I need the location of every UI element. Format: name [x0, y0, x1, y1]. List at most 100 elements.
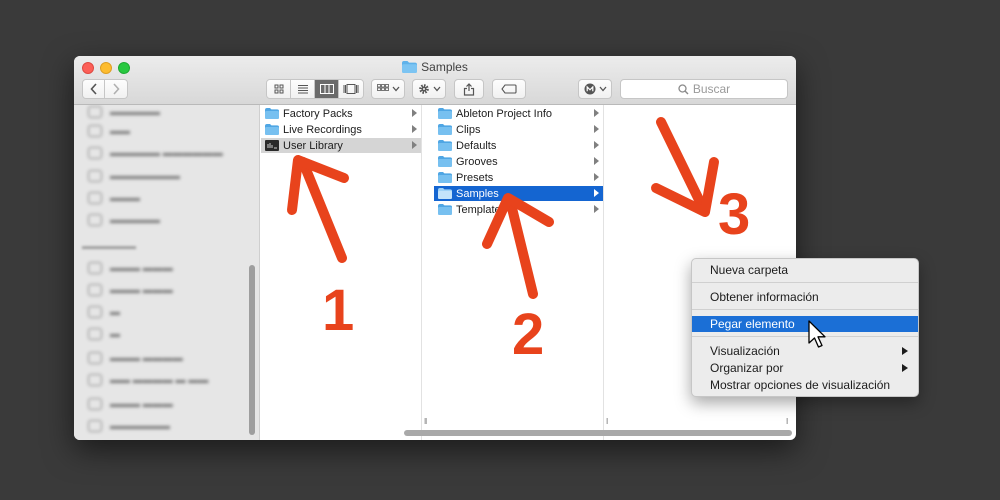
horizontal-scrollbar[interactable]	[404, 430, 792, 436]
search-input[interactable]: Buscar	[620, 79, 788, 99]
list-item[interactable]: User Library	[261, 138, 421, 153]
folder-icon	[438, 140, 452, 151]
list-view-button[interactable]	[291, 80, 315, 98]
list-item[interactable]: Ableton Project Info	[434, 106, 603, 121]
mouse-pointer-icon	[808, 320, 826, 348]
group-button[interactable]	[371, 79, 405, 99]
annotation-step-2: 2	[512, 302, 545, 367]
item-label: Ableton Project Info	[456, 107, 553, 120]
chevron-down-icon	[392, 86, 399, 92]
folder-icon	[438, 188, 452, 199]
folder-icon	[265, 108, 279, 119]
list-item[interactable]: Factory Packs	[261, 106, 421, 121]
search-placeholder: Buscar	[692, 82, 731, 96]
menu-item-mostrar-opciones[interactable]: Mostrar opciones de visualización	[692, 377, 918, 393]
menu-separator	[692, 309, 918, 310]
column-resize-handle[interactable]: ll	[424, 417, 426, 426]
column-view-icon	[319, 84, 334, 94]
menu-item-organizar-por[interactable]: Organizar por	[692, 360, 918, 376]
tag-button[interactable]	[492, 79, 526, 99]
folder-icon	[265, 124, 279, 135]
sidebar-item[interactable]: ▬▬▬ ▬▬▬▬	[88, 351, 183, 365]
back-forward-control	[82, 79, 128, 99]
disclosure-arrow-icon	[594, 157, 599, 165]
disclosure-arrow-icon	[412, 109, 417, 117]
sidebar-item[interactable]: ▬▬▬▬▬▬▬	[88, 169, 180, 183]
annotation-step-3: 3	[718, 182, 751, 247]
tag-icon	[501, 84, 517, 94]
context-menu: Nueva carpeta Obtener información Pegar …	[691, 258, 919, 397]
folder-icon	[438, 124, 452, 135]
sidebar-item[interactable]: ▬▬▬▬▬▬	[88, 419, 170, 433]
folder-icon	[438, 204, 452, 215]
item-label: Live Recordings	[283, 123, 362, 136]
item-label: Factory Packs	[283, 107, 353, 120]
disclosure-arrow-icon	[594, 125, 599, 133]
sidebar-item[interactable]: ▬	[88, 305, 120, 319]
disclosure-arrow-icon	[594, 173, 599, 181]
sidebar-item[interactable]: ▬▬▬▬▬	[88, 213, 160, 227]
menu-item-label: Pegar elemento	[710, 317, 795, 331]
back-button[interactable]	[83, 80, 105, 98]
disclosure-arrow-icon	[594, 189, 599, 197]
finder-window: Samples Buscar ▬▬▬▬▬ ▬▬ ▬▬▬▬▬ ▬▬▬▬▬▬ ▬▬▬…	[74, 56, 796, 440]
menu-item-obtener-informacion[interactable]: Obtener información	[692, 289, 918, 305]
list-item[interactable]: Templates	[434, 202, 603, 217]
sidebar-item[interactable]: ▬▬ ▬▬▬▬ ▬ ▬▬	[88, 373, 208, 387]
folder-icon	[402, 61, 418, 73]
item-label: User Library	[283, 139, 343, 152]
icon-view-button[interactable]	[267, 80, 291, 98]
column-view-button[interactable]	[315, 80, 339, 98]
sidebar-item[interactable]: ▬▬▬▬▬ ▬▬▬▬▬▬	[88, 146, 223, 160]
menu-item-visualizacion[interactable]: Visualización	[692, 343, 918, 359]
disclosure-arrow-icon	[412, 141, 417, 149]
item-label: Templates	[456, 203, 507, 216]
title-bar: Samples Buscar	[74, 56, 796, 105]
submenu-arrow-icon	[902, 347, 908, 355]
item-label: Samples	[456, 187, 499, 200]
column-resize-handle[interactable]: ll	[786, 417, 788, 426]
sidebar-item[interactable]: ▬	[88, 327, 120, 341]
chevron-down-icon	[599, 86, 606, 92]
sidebar-item[interactable]: ▬▬▬	[88, 191, 140, 205]
sidebar-item[interactable]: ▬▬▬ ▬▬▬	[88, 397, 173, 411]
gallery-view-button[interactable]	[339, 80, 363, 98]
list-item[interactable]: Grooves	[434, 154, 603, 169]
account-m-icon	[584, 83, 595, 95]
list-item[interactable]: Presets	[434, 170, 603, 185]
sidebar: ▬▬▬▬▬ ▬▬ ▬▬▬▬▬ ▬▬▬▬▬▬ ▬▬▬▬▬▬▬ ▬▬▬ ▬▬▬▬▬ …	[74, 105, 260, 440]
disclosure-arrow-icon	[594, 141, 599, 149]
window-title-text: Samples	[421, 60, 468, 74]
item-label: Presets	[456, 171, 494, 184]
list-item[interactable]: Defaults	[434, 138, 603, 153]
ableton-library-icon	[265, 140, 279, 151]
sidebar-item[interactable]: ▬▬▬ ▬▬▬	[88, 261, 173, 275]
annotation-step-1: 1	[322, 278, 355, 343]
list-item[interactable]: Live Recordings	[261, 122, 421, 137]
menu-item-pegar-elemento[interactable]: Pegar elemento	[692, 316, 918, 332]
menu-item-nueva-carpeta[interactable]: Nueva carpeta	[692, 262, 918, 278]
gallery-view-icon	[343, 84, 359, 94]
menu-item-label: Visualización	[710, 344, 780, 358]
sidebar-item[interactable]: ▬▬▬ ▬▬▬	[88, 283, 173, 297]
column-2: Ableton Project Info Clips Defaults Groo…	[424, 105, 608, 440]
icon-view-icon	[274, 84, 283, 94]
sidebar-item[interactable]: ▬▬	[88, 124, 130, 138]
chevron-left-icon	[89, 83, 97, 95]
item-label: Grooves	[456, 155, 498, 168]
column-resize-handle[interactable]: ll	[606, 417, 608, 426]
forward-button[interactable]	[105, 80, 127, 98]
share-button[interactable]	[454, 79, 484, 99]
chevron-down-icon	[433, 86, 440, 92]
list-view-icon	[297, 85, 308, 94]
view-mode-control	[266, 79, 364, 99]
action-button[interactable]	[412, 79, 446, 99]
sidebar-item[interactable]: ▬▬▬▬▬	[88, 105, 160, 119]
list-item[interactable]: Samples	[434, 186, 603, 201]
account-button[interactable]	[578, 79, 612, 99]
item-label: Defaults	[456, 139, 497, 152]
list-item[interactable]: Clips	[434, 122, 603, 137]
search-icon	[678, 83, 689, 94]
menu-item-label: Organizar por	[710, 361, 784, 375]
sidebar-scrollbar[interactable]	[249, 265, 255, 435]
